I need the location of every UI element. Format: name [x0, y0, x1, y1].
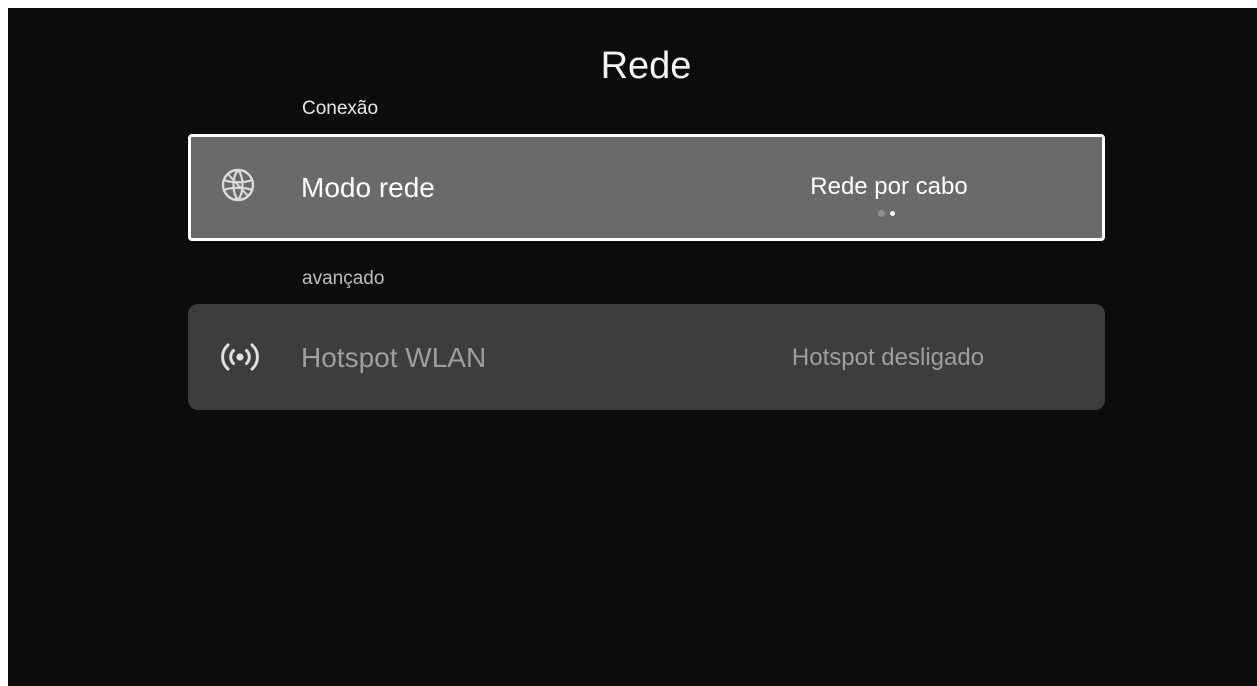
page-dot-1 — [878, 210, 885, 217]
network-settings-screen: Rede Conexão Modo rede Rede por cabo ava… — [8, 8, 1257, 686]
hotspot-icon — [218, 337, 259, 377]
network-mode-row[interactable]: Modo rede Rede por cabo — [188, 134, 1105, 241]
network-mode-label: Modo rede — [301, 172, 435, 203]
network-globe-icon — [218, 165, 258, 205]
hotspot-row[interactable]: Hotspot WLAN Hotspot desligado — [188, 304, 1105, 410]
section-label-advanced: avançado — [302, 268, 385, 289]
hotspot-label: Hotspot WLAN — [301, 342, 487, 373]
network-mode-value: Rede por cabo — [810, 173, 968, 200]
page-dot-2-active — [890, 211, 895, 216]
value-page-indicator — [878, 210, 900, 218]
section-label-connection: Conexão — [302, 98, 379, 119]
hotspot-value: Hotspot desligado — [791, 344, 985, 371]
page-title: Rede — [600, 45, 692, 87]
